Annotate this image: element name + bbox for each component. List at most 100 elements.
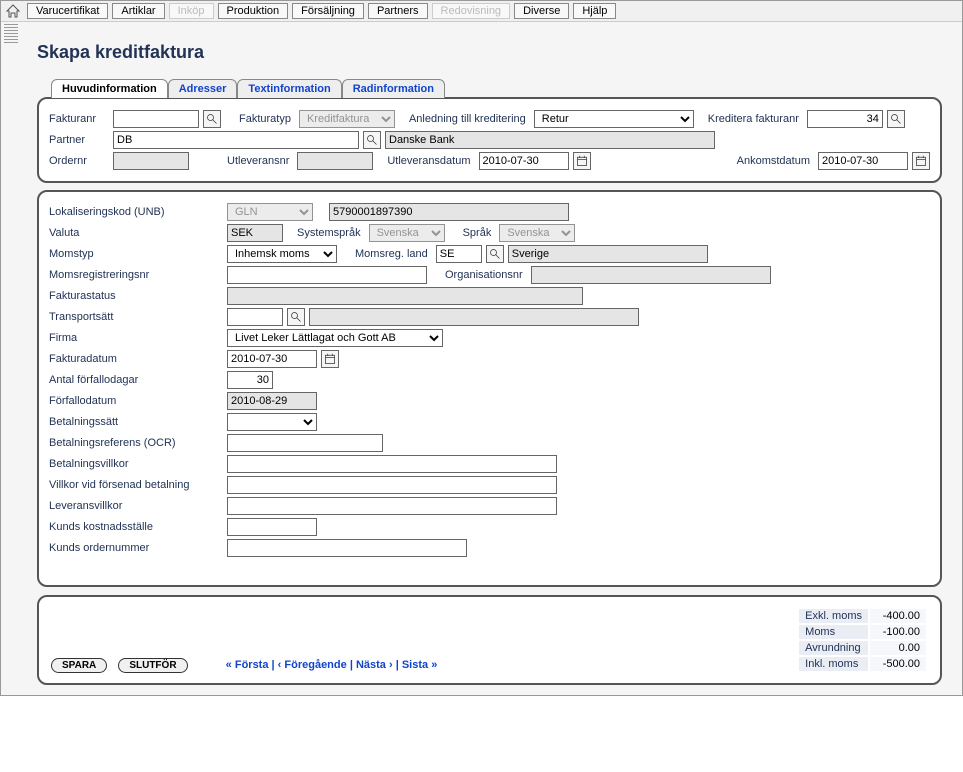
sprak-select: Svenska: [499, 224, 575, 242]
fakturanr-search-icon[interactable]: [203, 110, 221, 128]
side-panel-toggle-icon[interactable]: [4, 24, 18, 44]
nav-next[interactable]: Nästa ›: [356, 659, 393, 671]
utleveransdatum-label: Utleveransdatum: [387, 155, 470, 167]
total-moms-label: Moms: [799, 625, 868, 639]
tab-adresser[interactable]: Adresser: [168, 79, 238, 98]
leveransvillkor-label: Leveransvillkor: [49, 500, 219, 512]
fakturadatum-input[interactable]: [227, 350, 317, 368]
kreditera-input[interactable]: [807, 110, 883, 128]
tab-radinformation[interactable]: Radinformation: [342, 79, 445, 98]
menu-varucertifikat[interactable]: Varucertifikat: [27, 3, 108, 19]
total-moms-value: -100.00: [870, 625, 926, 639]
page-title: Skapa kreditfaktura: [37, 42, 942, 63]
betalningsvillkor-input[interactable]: [227, 455, 557, 473]
antal-forfallodagar-label: Antal förfallodagar: [49, 374, 219, 386]
menu-partners[interactable]: Partners: [368, 3, 428, 19]
total-inkl-label: Inkl. moms: [799, 657, 868, 671]
villkor-forsenad-input[interactable]: [227, 476, 557, 494]
menu-inkop: Inköp: [169, 3, 214, 19]
betalningssatt-select[interactable]: [227, 413, 317, 431]
main-panel: Lokaliseringskod (UNB) GLN Valuta System…: [37, 190, 942, 587]
lokkod-label: Lokaliseringskod (UNB): [49, 206, 219, 218]
kreditera-label: Kreditera fakturanr: [708, 113, 799, 125]
menu-produktion[interactable]: Produktion: [218, 3, 289, 19]
momstyp-select[interactable]: Inhemsk moms: [227, 245, 337, 263]
tab-bar: Huvudinformation Adresser Textinformatio…: [51, 79, 942, 98]
partner-name-display: [385, 131, 715, 149]
antal-forfallodagar-input[interactable]: [227, 371, 273, 389]
fakturatyp-select: Kreditfaktura: [299, 110, 395, 128]
nav-last[interactable]: Sista »: [402, 659, 437, 671]
utleveransnr-input: [297, 152, 373, 170]
momsreg-land-search-icon[interactable]: [486, 245, 504, 263]
fakturadatum-calendar-icon[interactable]: [321, 350, 339, 368]
transportsatt-code-input[interactable]: [227, 308, 283, 326]
momsreg-land-label: Momsreg. land: [355, 248, 428, 260]
betalningsreferens-label: Betalningsreferens (OCR): [49, 437, 219, 449]
kunds-ordernummer-input[interactable]: [227, 539, 467, 557]
top-menu-bar: Varucertifikat Artiklar Inköp Produktion…: [1, 1, 962, 22]
transportsatt-search-icon[interactable]: [287, 308, 305, 326]
total-avrundning-value: 0.00: [870, 641, 926, 655]
leveransvillkor-input[interactable]: [227, 497, 557, 515]
kunds-kostnadsstalle-input[interactable]: [227, 518, 317, 536]
menu-artiklar[interactable]: Artiklar: [112, 3, 164, 19]
menu-hjalp[interactable]: Hjälp: [573, 3, 616, 19]
transportsatt-label: Transportsätt: [49, 311, 219, 323]
valuta-input: [227, 224, 283, 242]
kreditera-search-icon[interactable]: [887, 110, 905, 128]
total-exkl-label: Exkl. moms: [799, 609, 868, 623]
tab-huvudinformation[interactable]: Huvudinformation: [51, 79, 168, 98]
header-panel: Fakturanr Fakturatyp Kreditfaktura Anled…: [37, 97, 942, 183]
finish-button[interactable]: SLUTFÖR: [118, 658, 187, 673]
tab-textinformation[interactable]: Textinformation: [237, 79, 341, 98]
menu-diverse[interactable]: Diverse: [514, 3, 569, 19]
partner-code-input[interactable]: [113, 131, 359, 149]
momstyp-label: Momstyp: [49, 248, 219, 260]
ankomstdatum-input[interactable]: [818, 152, 908, 170]
forfallodatum-label: Förfallodatum: [49, 395, 219, 407]
betalningsreferens-input[interactable]: [227, 434, 383, 452]
sprak-label: Språk: [463, 227, 492, 239]
betalningsvillkor-label: Betalningsvillkor: [49, 458, 219, 470]
betalningssatt-label: Betalningssätt: [49, 416, 219, 428]
utleveransnr-label: Utleveransnr: [227, 155, 289, 167]
utleveransdatum-calendar-icon[interactable]: [573, 152, 591, 170]
ankomstdatum-calendar-icon[interactable]: [912, 152, 930, 170]
ordernr-label: Ordernr: [49, 155, 105, 167]
valuta-label: Valuta: [49, 227, 219, 239]
nav-prev[interactable]: ‹ Föregående: [278, 659, 347, 671]
home-icon[interactable]: [5, 3, 21, 19]
fakturanr-input[interactable]: [113, 110, 199, 128]
firma-select[interactable]: Livet Leker Lättlagat och Gott AB: [227, 329, 443, 347]
momsreg-land-code-input[interactable]: [436, 245, 482, 263]
lokkod-value: [329, 203, 569, 221]
total-avrundning-label: Avrundning: [799, 641, 868, 655]
pagination-nav: « Första | ‹ Föregående | Nästa › | Sist…: [226, 659, 438, 671]
totals-table: Exkl. moms-400.00 Moms-100.00 Avrundning…: [797, 607, 928, 673]
footer-panel: SPARA SLUTFÖR « Första | ‹ Föregående | …: [37, 595, 942, 685]
anledning-select[interactable]: Retur: [534, 110, 694, 128]
utleveransdatum-input[interactable]: [479, 152, 569, 170]
save-button[interactable]: SPARA: [51, 658, 107, 673]
partner-search-icon[interactable]: [363, 131, 381, 149]
menu-forsaljning[interactable]: Försäljning: [292, 3, 364, 19]
kunds-ordernummer-label: Kunds ordernummer: [49, 542, 219, 554]
forfallodatum-input: [227, 392, 317, 410]
systemsprak-label: Systemspråk: [297, 227, 361, 239]
fakturatyp-label: Fakturatyp: [239, 113, 291, 125]
firma-label: Firma: [49, 332, 219, 344]
momsreg-land-name: [508, 245, 708, 263]
fakturanr-label: Fakturanr: [49, 113, 105, 125]
fakturastatus-input: [227, 287, 583, 305]
momsregnr-input[interactable]: [227, 266, 427, 284]
ordernr-input: [113, 152, 189, 170]
transportsatt-name: [309, 308, 639, 326]
ankomstdatum-label: Ankomstdatum: [737, 155, 810, 167]
fakturadatum-label: Fakturadatum: [49, 353, 219, 365]
menu-redovisning: Redovisning: [432, 3, 511, 19]
systemsprak-select: Svenska: [369, 224, 445, 242]
momsregnr-label: Momsregistreringsnr: [49, 269, 219, 281]
organisationsnr-input: [531, 266, 771, 284]
nav-first[interactable]: « Första: [226, 659, 269, 671]
